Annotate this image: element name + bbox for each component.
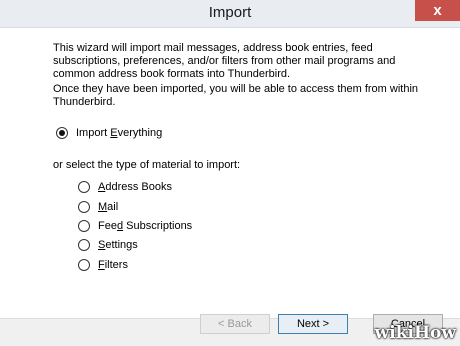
window-close-button[interactable]: x	[415, 0, 460, 21]
window-title: Import	[208, 4, 252, 21]
next-button[interactable]: Next >	[278, 314, 348, 334]
radio-icon[interactable]	[78, 181, 90, 193]
radio-address-books[interactable]: Address Books	[78, 180, 172, 194]
radio-icon[interactable]	[78, 201, 90, 213]
select-type-label: or select the type of material to import…	[53, 159, 241, 171]
note-text: Once they have been imported, you will b…	[53, 83, 419, 108]
radio-label: Filters	[98, 259, 128, 271]
radio-label: Feed Subscriptions	[98, 220, 193, 232]
radio-icon[interactable]	[78, 220, 90, 232]
radio-mail[interactable]: Mail	[78, 200, 118, 214]
radio-label: Mail	[98, 201, 119, 213]
radio-selected-icon[interactable]	[56, 127, 68, 139]
intro-text: This wizard will import mail messages, a…	[53, 42, 396, 80]
title-bar: Import x	[0, 0, 460, 28]
back-button[interactable]: < Back	[200, 314, 270, 334]
radio-label: Address Books	[98, 181, 172, 193]
radio-settings[interactable]: Settings	[78, 238, 138, 252]
radio-filters[interactable]: Filters	[78, 258, 128, 272]
wizard-content: This wizard will import mail messages, a…	[0, 28, 460, 318]
radio-label: Settings	[98, 239, 138, 251]
wikihow-watermark: wikiHow	[374, 323, 456, 343]
radio-label: Import Everything	[76, 127, 163, 139]
radio-feed-subscriptions[interactable]: Feed Subscriptions	[78, 219, 192, 233]
radio-icon[interactable]	[78, 259, 90, 271]
radio-import-everything[interactable]: Import Everything	[56, 126, 162, 140]
radio-icon[interactable]	[78, 239, 90, 251]
